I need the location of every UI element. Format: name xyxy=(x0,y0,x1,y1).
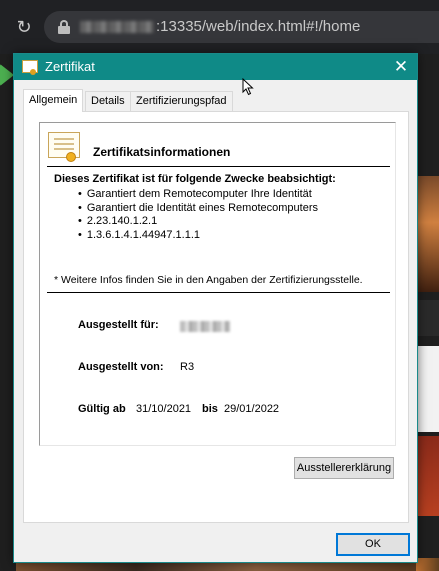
url-text[interactable]: :13335/web/index.html#!/home xyxy=(156,18,360,35)
purpose-item: Garantiert dem Remotecomputer Ihre Ident… xyxy=(78,188,318,202)
purpose-item: 1.3.6.1.4.1.44947.1.1.1 xyxy=(78,229,318,243)
purpose-list: Garantiert dem Remotecomputer Ihre Ident… xyxy=(78,188,318,242)
info-heading: Zertifikatsinformationen xyxy=(93,145,231,159)
divider xyxy=(47,292,390,293)
ok-button[interactable]: OK xyxy=(336,533,410,556)
certificate-icon xyxy=(48,132,80,162)
valid-from-label: Gültig ab xyxy=(78,403,126,415)
address-bar[interactable]: :13335/web/index.html#!/home xyxy=(44,11,439,43)
certificate-dialog: Zertifikat ✕ Allgemein Details Zertifizi… xyxy=(13,53,418,563)
issued-to-label: Ausgestellt für: xyxy=(78,319,159,331)
dialog-title: Zertifikat xyxy=(45,59,95,74)
issued-by-value: R3 xyxy=(180,361,195,373)
thumbnail[interactable] xyxy=(416,558,439,571)
info-note: * Weitere Infos finden Sie in den Angabe… xyxy=(54,274,363,286)
purpose-title: Dieses Zertifikat ist für folgende Zweck… xyxy=(54,173,336,185)
thumbnail[interactable] xyxy=(416,436,439,516)
thumbnail[interactable] xyxy=(416,176,439,292)
thumbnail[interactable] xyxy=(416,300,439,336)
mouse-cursor-icon xyxy=(242,78,254,96)
tab-details[interactable]: Details xyxy=(85,91,131,111)
lock-icon[interactable] xyxy=(58,20,70,34)
issuer-statement-button[interactable]: Ausstellererklärung xyxy=(294,457,394,479)
reload-icon[interactable]: ↻ xyxy=(14,17,34,37)
certificate-info-box: Zertifikatsinformationen Dieses Zertifik… xyxy=(39,122,396,446)
valid-from-value: 31/10/2021 xyxy=(136,403,192,415)
purpose-item: Garantiert die Identität eines Remotecom… xyxy=(78,202,318,216)
issued-to-value-redacted xyxy=(180,321,230,332)
valid-to-value: 29/01/2022 xyxy=(224,403,280,415)
url-host-redacted xyxy=(80,21,154,33)
tab-allgemein[interactable]: Allgemein xyxy=(23,89,84,112)
issued-by-label: Ausgestellt von: xyxy=(78,361,164,373)
browser-toolbar: ↻ :13335/web/index.html#!/home xyxy=(0,0,439,54)
thumbnail[interactable] xyxy=(416,346,439,432)
valid-to-label: bis xyxy=(202,403,218,415)
certificate-icon xyxy=(22,60,38,75)
divider xyxy=(47,166,390,167)
dialog-titlebar[interactable]: Zertifikat ✕ xyxy=(14,54,417,80)
tab-zertifizierungspfad[interactable]: Zertifizierungspfad xyxy=(130,91,233,111)
purpose-item: 2.23.140.1.2.1 xyxy=(78,215,318,229)
close-button[interactable]: ✕ xyxy=(385,54,417,80)
